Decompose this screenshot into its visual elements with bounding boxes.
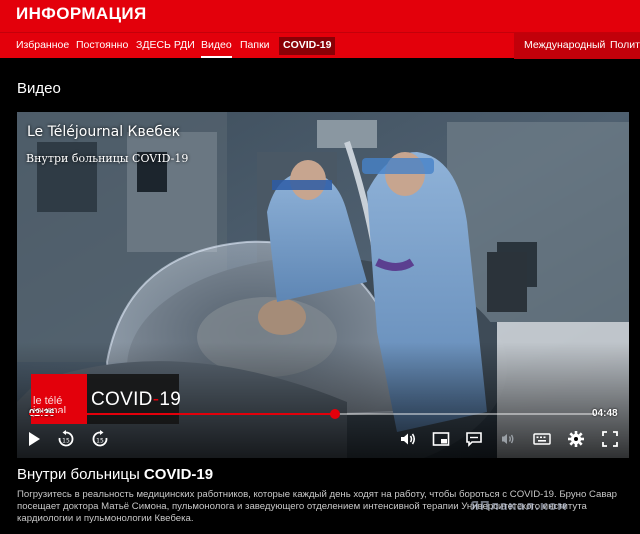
progress-handle[interactable] [329,409,340,419]
nav-item-video[interactable]: Видео [201,39,232,58]
covid-prefix: COVID [91,389,153,410]
audio-description-icon[interactable] [499,430,517,448]
duration: 04:48 [592,408,618,419]
nav-item-international[interactable]: Международный [524,39,605,51]
episode-watermark: Внутри больницы COVID-19 [26,152,189,165]
video-player[interactable]: Le Téléjournal Квебек Внутри больницы CO… [17,112,629,458]
nav-item-folders[interactable]: Папки [240,39,270,51]
keyboard-icon[interactable] [533,430,551,448]
nav-item-favorites[interactable]: Избранное [16,39,69,51]
section-title: Видео [17,80,61,97]
fullscreen-icon[interactable] [601,430,619,448]
covid-title-card: COVID-19 [87,374,182,424]
video-title-prefix: Внутри больницы [17,466,144,483]
nav-right-section: Международный Полит [514,33,640,59]
main-nav: Избранное Постоянно ЗДЕСЬ РДИ Видео Папк… [0,32,640,59]
nav-item-politics[interactable]: Полит [610,39,640,51]
play-icon[interactable] [25,430,43,448]
rewind-15-icon[interactable]: 15 [57,430,75,448]
site-logo-title[interactable]: ИНФОРМАЦИЯ [16,4,147,24]
progress-fill [29,413,335,415]
covid-suffix: 19 [159,389,182,410]
forward-15-icon[interactable]: 15 [91,430,109,448]
site-watermark: ЯПлакал.ком [470,499,568,513]
top-bar: ИНФОРМАЦИЯ [0,0,640,32]
nav-item-covid19[interactable]: COVID-19 [279,37,336,55]
svg-text:15: 15 [62,438,70,445]
video-title-bold: COVID-19 [143,466,214,483]
picture-in-picture-icon[interactable] [432,430,450,448]
nav-item-here-rdi[interactable]: ЗДЕСЬ РДИ [136,39,195,51]
nav-item-constantly[interactable]: Постоянно [76,39,128,51]
show-watermark: Le Téléjournal Квебек [27,124,181,140]
captions-icon[interactable] [465,430,483,448]
svg-text:15: 15 [96,438,104,445]
progress-bar[interactable] [29,409,595,419]
volume-icon[interactable] [399,430,417,448]
gear-icon[interactable] [567,430,585,448]
video-title: Внутри больницы COVID-19 [17,466,213,483]
